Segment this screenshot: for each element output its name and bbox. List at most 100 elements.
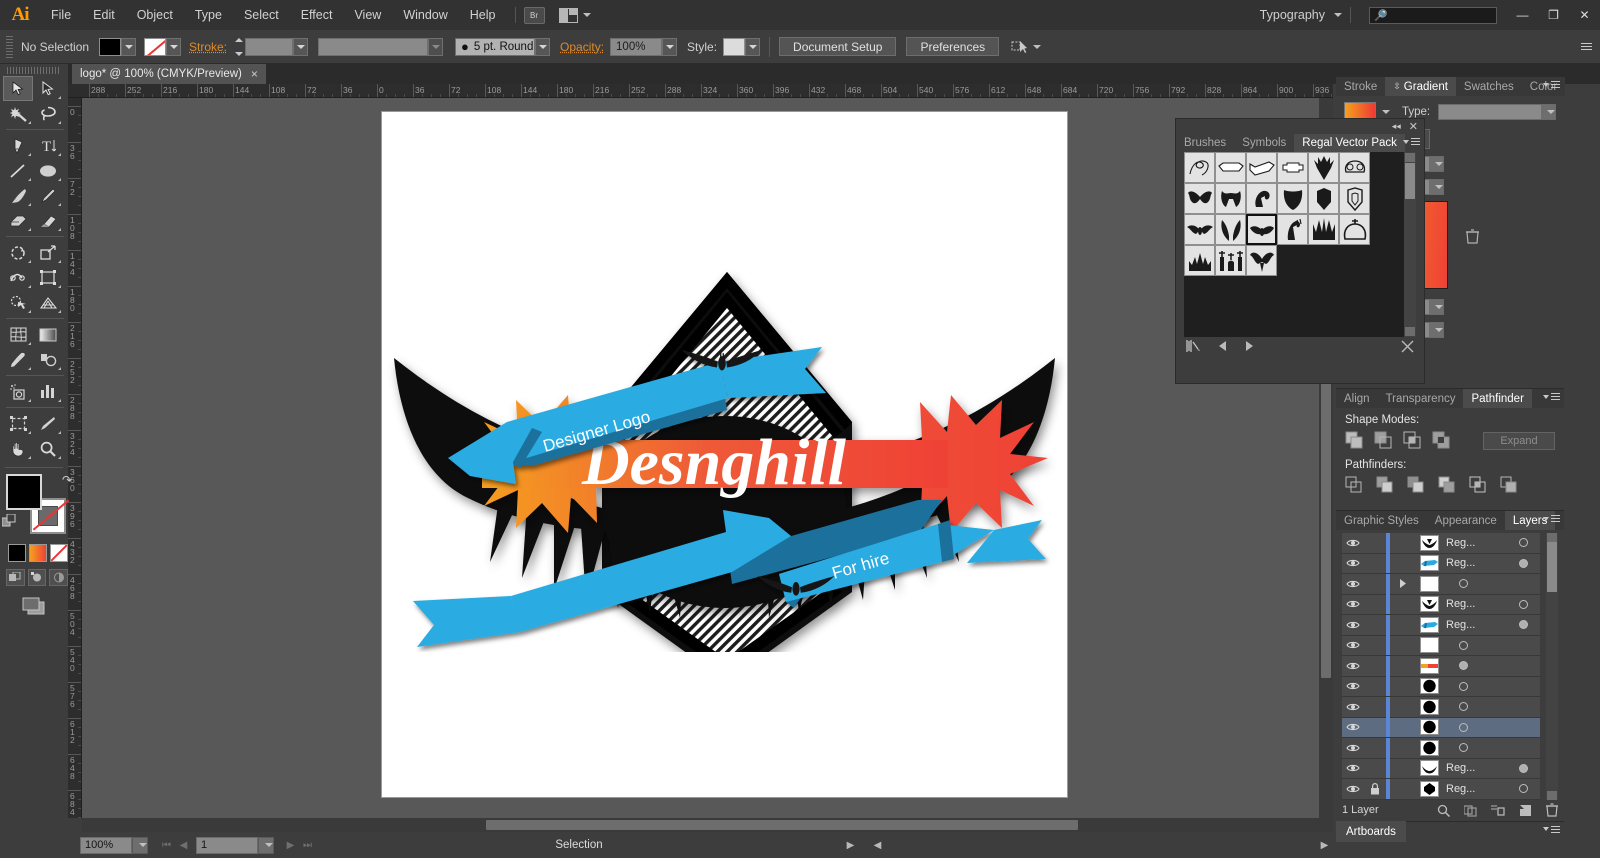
scroll-down-arrow[interactable] [1405,327,1415,336]
layer-thumbnail[interactable] [1420,760,1439,776]
type-tool[interactable]: T [33,133,63,158]
layer-name[interactable]: Reg... [1439,598,1506,610]
phoenix-symbol[interactable] [1246,245,1277,276]
banner-ribbon-3-symbol[interactable] [1277,152,1308,183]
bat-wings-symbol[interactable] [1184,183,1215,214]
tab-pathfinder[interactable]: Pathfinder [1463,389,1531,408]
select-similar-icon[interactable] [1011,40,1041,54]
artboard[interactable]: Desnghill [382,112,1067,797]
tab-brushes[interactable]: Brushes [1176,134,1234,152]
brush-definition-dropdown[interactable] [535,38,550,56]
stroke-profile-dropdown[interactable] [428,38,443,56]
chevron-down-icon[interactable] [1541,105,1555,119]
layer-thumbnail[interactable] [1420,719,1439,735]
banner-ribbon-1-symbol[interactable] [1215,152,1246,183]
spread-wings-symbol[interactable] [1184,214,1215,245]
menu-edit[interactable]: Edit [82,0,126,30]
spiked-crown-symbol[interactable] [1308,214,1339,245]
stroke-dropdown[interactable] [166,38,181,56]
tab-gradient[interactable]: ⇳Gradient [1385,77,1456,96]
collapse-panel-icon[interactable]: ◂◂ [1392,121,1401,132]
layer-row[interactable]: Reg... [1342,554,1540,575]
layer-thumbnail[interactable] [1420,555,1439,571]
layer-name[interactable]: Reg... [1439,619,1506,631]
stroke-weight-dropdown[interactable] [293,38,308,56]
eagle-crest-symbol[interactable] [1308,152,1339,183]
layer-row[interactable]: Reg... [1342,779,1540,800]
canvas-area[interactable]: Desnghill [82,98,1333,818]
minus-front-icon[interactable] [1374,431,1393,450]
delete-selection-icon[interactable] [1546,803,1558,817]
layer-row[interactable] [1342,636,1540,657]
vector-pack-panel-header[interactable]: ◂◂ ✕ [1176,119,1424,134]
artboard-tool[interactable] [3,411,33,436]
hand-tool[interactable] [3,436,33,461]
ellipse-tool[interactable] [33,158,63,183]
layer-name[interactable] [1439,682,1540,691]
chevron-down-icon[interactable] [1429,180,1443,194]
layer-target-indicator[interactable] [1506,764,1540,773]
merge-icon[interactable] [1407,476,1426,495]
tab-artboards[interactable]: Artboards [1336,821,1406,842]
layer-target-indicator[interactable] [1446,743,1480,752]
layer-name[interactable]: Reg... [1439,762,1506,774]
document-setup-button[interactable]: Document Setup [779,37,896,56]
create-new-layer-icon[interactable] [1519,804,1532,817]
tab-regal-vector-pack[interactable]: Regal Vector Pack [1294,134,1405,152]
layer-thumbnail[interactable] [1420,678,1439,694]
swap-fill-stroke-icon[interactable]: ↷ [62,473,72,487]
menu-effect[interactable]: Effect [290,0,344,30]
magic-wand-tool[interactable] [3,101,33,126]
zoom-tool[interactable] [33,436,63,461]
expand-button[interactable]: Expand [1483,432,1555,450]
winged-emblem-symbol[interactable] [1246,214,1277,245]
paintbrush-tool[interactable] [3,183,33,208]
previous-artboard-icon[interactable]: ◀ [175,840,192,851]
gradient-type-select[interactable] [1438,104,1556,120]
layer-row[interactable]: Reg... [1342,595,1540,616]
raven-wings-symbol[interactable] [1215,214,1246,245]
menu-file[interactable]: File [40,0,82,30]
brush-definition-field[interactable]: ● 5 pt. Round [455,38,535,56]
rotate-tool[interactable] [3,240,33,265]
line-segment-tool[interactable] [3,158,33,183]
stroke-weight-stepper[interactable] [233,38,244,56]
trim-icon[interactable] [1376,476,1395,495]
layer-name[interactable] [1439,661,1540,670]
layer-target-indicator[interactable] [1446,723,1480,732]
panel-menu-icon[interactable] [1543,515,1560,522]
layers-scrollbar[interactable] [1546,533,1558,800]
layer-target-indicator[interactable] [1446,682,1480,691]
scroll-down-arrow[interactable] [1547,791,1557,800]
layer-visibility-icon[interactable] [1342,640,1364,650]
fill-color-swatch[interactable] [99,38,121,56]
layer-row[interactable] [1342,677,1540,698]
shield-solid-symbol[interactable] [1277,183,1308,214]
layer-target-indicator[interactable] [1506,538,1540,547]
ornate-frame-symbol[interactable] [1339,152,1370,183]
scale-tool[interactable] [33,240,63,265]
close-button[interactable]: ✕ [1569,0,1600,30]
panel-menu-icon[interactable] [1543,81,1560,88]
layer-target-indicator[interactable] [1446,579,1480,588]
document-tab[interactable]: logo* @ 100% (CMYK/Preview) × [72,64,267,84]
layer-name[interactable] [1439,641,1540,650]
symbol-sprayer-tool[interactable] [3,379,33,404]
column-graph-tool[interactable] [33,379,63,404]
artboard-number-field[interactable]: 1 [196,837,258,854]
layer-name[interactable] [1439,723,1540,732]
tab-align[interactable]: Align [1336,389,1378,408]
symbols-scroll-thumb[interactable] [1405,163,1415,199]
scroll-left-arrow[interactable]: ◀ [869,840,886,851]
layer-target-indicator[interactable] [1506,600,1540,609]
minus-back-icon[interactable] [1500,476,1519,495]
layer-thumbnail[interactable] [1420,617,1439,633]
next-artboard-icon[interactable]: ▶ [282,840,299,851]
scroll-right-arrow[interactable]: ▶ [1316,840,1333,851]
zoom-level-dropdown[interactable] [132,837,148,854]
menu-window[interactable]: Window [392,0,458,30]
symbols-grid[interactable] [1184,152,1400,276]
layer-row[interactable] [1342,738,1540,759]
layer-target-indicator[interactable] [1446,661,1480,670]
none-swatch-button[interactable] [50,544,68,562]
